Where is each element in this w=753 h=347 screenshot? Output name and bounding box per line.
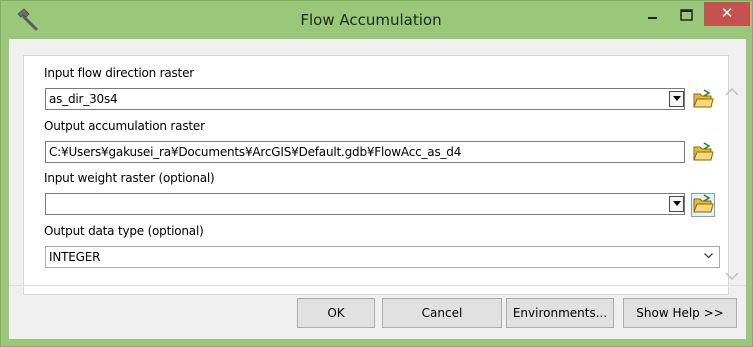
chevron-down-icon	[725, 272, 739, 281]
flow-direction-browse-button[interactable]	[692, 89, 714, 111]
parameters-panel: Input flow direction raster as_dir_30s4 …	[23, 55, 739, 295]
weight-raster-browse-button[interactable]	[691, 193, 715, 217]
show-help-button[interactable]: Show Help >>	[623, 298, 737, 328]
data-type-label: Output data type (optional)	[44, 224, 204, 238]
weight-raster-dropdown-arrow[interactable]	[669, 196, 684, 212]
data-type-select[interactable]: INTEGER	[45, 246, 720, 268]
flow-direction-input[interactable]: as_dir_30s4	[45, 88, 685, 110]
flow-direction-label: Input flow direction raster	[44, 66, 194, 80]
weight-raster-label: Input weight raster (optional)	[44, 171, 215, 185]
open-folder-icon	[693, 142, 714, 161]
dropdown-arrow-icon	[673, 201, 681, 206]
open-folder-icon	[693, 89, 714, 108]
chevron-up-icon	[725, 87, 739, 96]
dropdown-arrow-icon	[673, 96, 681, 101]
cancel-button[interactable]: Cancel	[382, 298, 502, 328]
title-bar[interactable]: Flow Accumulation ✕	[1, 1, 752, 39]
window-title: Flow Accumulation	[300, 11, 442, 29]
weight-raster-input[interactable]	[45, 193, 685, 215]
output-accumulation-browse-button[interactable]	[692, 142, 714, 164]
button-bar-divider	[9, 285, 746, 286]
chevron-down-icon	[704, 253, 713, 259]
environments-button[interactable]: Environments...	[506, 298, 614, 328]
output-accumulation-label: Output accumulation raster	[44, 119, 205, 133]
close-button[interactable]: ✕	[704, 2, 750, 26]
maximize-button[interactable]	[673, 5, 700, 27]
close-icon: ✕	[720, 4, 734, 22]
ok-button[interactable]: OK	[297, 298, 375, 328]
scroll-down-button[interactable]	[724, 268, 740, 282]
dialog-window: Flow Accumulation ✕ Input flow direction…	[0, 0, 753, 347]
scroll-up-button[interactable]	[724, 84, 740, 98]
minimize-button[interactable]	[639, 5, 666, 27]
flow-direction-dropdown-arrow[interactable]	[669, 91, 684, 107]
output-accumulation-input[interactable]: C:¥Users¥gakusei_ra¥Documents¥ArcGIS¥Def…	[45, 141, 685, 163]
data-type-value: INTEGER	[49, 250, 101, 264]
dialog-client-area: Input flow direction raster as_dir_30s4 …	[9, 39, 746, 339]
open-folder-icon	[693, 194, 714, 213]
